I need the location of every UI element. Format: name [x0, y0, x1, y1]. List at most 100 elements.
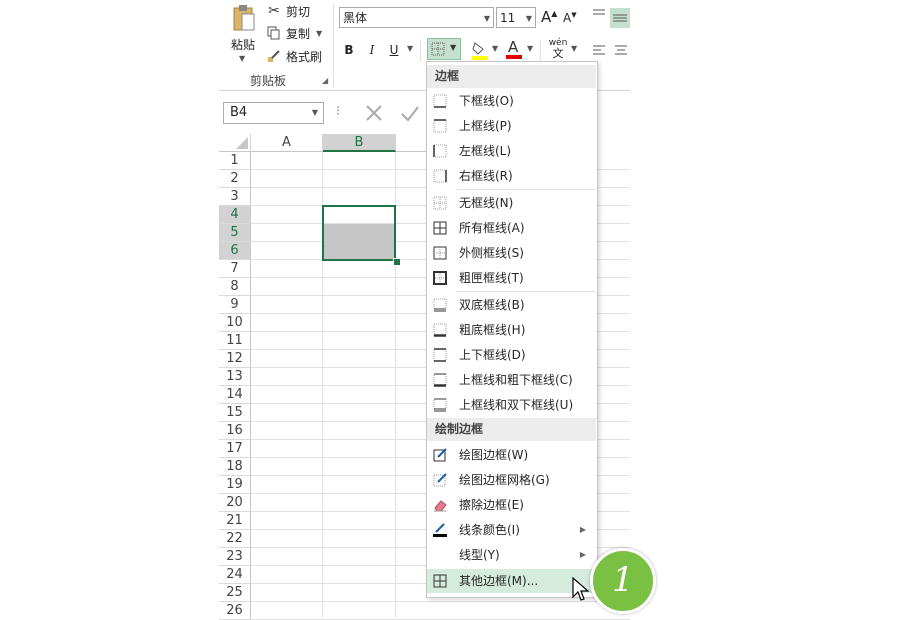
cancel-icon[interactable]: [362, 101, 386, 125]
group-divider: [333, 4, 334, 88]
menu-header-borders: 边框: [427, 65, 596, 88]
menu-item-label: 上框线(P): [459, 119, 512, 133]
chevron-down-icon[interactable]: ▼: [571, 44, 577, 53]
menu-item-all-borders[interactable]: 所有框线(A): [427, 216, 596, 240]
row-header-25[interactable]: 25: [219, 584, 251, 602]
row-header-21[interactable]: 21: [219, 512, 251, 530]
name-box[interactable]: B4 ▼: [223, 102, 324, 124]
paste-button[interactable]: 粘贴 ▼: [225, 4, 261, 64]
copy-button[interactable]: 复制 ▼: [266, 23, 322, 43]
align-center-button[interactable]: [614, 42, 628, 61]
font-name-select[interactable]: 黑体 ▼: [339, 7, 494, 28]
borders-button[interactable]: ▼: [427, 38, 461, 60]
row-header-23[interactable]: 23: [219, 548, 251, 566]
row-header-2[interactable]: 2: [219, 170, 251, 188]
chevron-down-icon[interactable]: ▼: [239, 54, 245, 63]
format-painter-button[interactable]: 格式刷: [266, 46, 322, 66]
font-size-select[interactable]: 11 ▼: [496, 7, 536, 28]
row-header-16[interactable]: 16: [219, 422, 251, 440]
row-header-8[interactable]: 8: [219, 278, 251, 296]
row-header-6[interactable]: 6: [219, 242, 251, 260]
row-header-1[interactable]: 1: [219, 152, 251, 170]
menu-item-erase-border[interactable]: 擦除边框(E): [427, 493, 596, 517]
chevron-down-icon[interactable]: ▼: [316, 29, 322, 38]
menu-item-thick-box-border[interactable]: 粗匣框线(T): [427, 266, 596, 290]
top-double-bottom-border-icon: [433, 398, 447, 412]
bold-button[interactable]: B: [343, 40, 355, 60]
row-header-18[interactable]: 18: [219, 458, 251, 476]
step-badge: 1: [590, 548, 656, 614]
row-header-19[interactable]: 19: [219, 476, 251, 494]
row-header-5[interactable]: 5: [219, 224, 251, 242]
menu-item-thick-bottom-border[interactable]: 粗底框线(H): [427, 318, 596, 342]
menu-item-label: 上框线和双下框线(U): [459, 398, 574, 412]
menu-item-outside-borders[interactable]: 外侧框线(S): [427, 241, 596, 265]
menu-item-top-border[interactable]: 上框线(P): [427, 114, 596, 138]
row-header-9[interactable]: 9: [219, 296, 251, 314]
row-header-22[interactable]: 22: [219, 530, 251, 548]
column-header-b[interactable]: B: [323, 134, 396, 152]
row-header-26[interactable]: 26: [219, 602, 251, 620]
cut-label: 剪切: [286, 4, 311, 19]
menu-item-more-borders[interactable]: 其他边框(M)...: [427, 569, 596, 593]
paintbrush-icon: [266, 48, 282, 64]
row-header-20[interactable]: 20: [219, 494, 251, 512]
menu-item-no-border[interactable]: 无框线(N): [427, 191, 596, 215]
row-header-7[interactable]: 7: [219, 260, 251, 278]
align-left-button[interactable]: [592, 42, 606, 61]
menu-item-top-thick-bottom-border[interactable]: 上框线和粗下框线(C): [427, 368, 596, 392]
italic-button[interactable]: I: [366, 40, 378, 60]
row-header-3[interactable]: 3: [219, 188, 251, 206]
align-middle-button[interactable]: [610, 8, 630, 28]
menu-item-top-bottom-border[interactable]: 上下框线(D): [427, 343, 596, 367]
chevron-down-icon[interactable]: ▼: [527, 44, 533, 53]
menu-item-bottom-border[interactable]: 下框线(O): [427, 89, 596, 113]
thick-box-border-icon: [433, 271, 447, 285]
font-color-button[interactable]: A: [506, 38, 524, 60]
menu-item-label: 粗底框线(H): [459, 323, 526, 337]
menu-item-right-border[interactable]: 右框线(R): [427, 164, 596, 188]
menu-item-left-border[interactable]: 左框线(L): [427, 139, 596, 163]
increase-font-size-button[interactable]: A▲: [541, 8, 557, 26]
menu-item-top-double-bottom-border[interactable]: 上框线和双下框线(U): [427, 393, 596, 417]
row-header-14[interactable]: 14: [219, 386, 251, 404]
align-left-icon: [593, 45, 605, 55]
align-middle-icon: [613, 14, 627, 22]
row-header-15[interactable]: 15: [219, 404, 251, 422]
cut-button[interactable]: ✂ 剪切: [266, 1, 310, 21]
more-options-icon[interactable]: ⁝: [336, 104, 340, 119]
chevron-down-icon[interactable]: ▼: [492, 44, 498, 53]
menu-item-label: 绘图边框网格(G): [459, 473, 550, 487]
row-header-17[interactable]: 17: [219, 440, 251, 458]
row-header-11[interactable]: 11: [219, 332, 251, 350]
menu-item-draw-border-grid[interactable]: 绘图边框网格(G): [427, 468, 596, 492]
menu-item-line-style[interactable]: 线型(Y) ▶: [427, 543, 596, 567]
row-header-10[interactable]: 10: [219, 314, 251, 332]
chevron-down-icon[interactable]: ▼: [407, 44, 413, 53]
underline-button[interactable]: U: [388, 40, 400, 60]
row-header-13[interactable]: 13: [219, 368, 251, 386]
menu-item-line-color[interactable]: 线条颜色(I) ▶: [427, 518, 596, 542]
menu-item-label: 绘图边框(W): [459, 448, 529, 462]
dialog-launcher-icon[interactable]: ◢: [322, 76, 328, 85]
column-header-a[interactable]: A: [251, 134, 323, 152]
chevron-down-icon: ▼: [311, 108, 318, 117]
align-top-button[interactable]: [592, 6, 606, 25]
menu-item-draw-border[interactable]: 绘图边框(W): [427, 443, 596, 467]
phonetic-guide-button[interactable]: wén 文: [547, 38, 569, 60]
row-header-12[interactable]: 12: [219, 350, 251, 368]
row-header-4[interactable]: 4: [219, 206, 251, 224]
chevron-down-icon: ▼: [483, 14, 490, 23]
fill-handle[interactable]: [393, 258, 401, 266]
fill-color-button[interactable]: [471, 40, 489, 60]
decrease-font-size-button[interactable]: A▼: [563, 11, 577, 25]
align-center-icon: [615, 45, 627, 55]
copy-icon: [266, 25, 282, 41]
right-border-icon: [433, 169, 447, 183]
enter-icon[interactable]: [398, 101, 422, 125]
font-name-value: 黑体: [343, 11, 368, 25]
menu-item-double-bottom-border[interactable]: 双底框线(B): [427, 293, 596, 317]
select-all-corner[interactable]: [219, 134, 251, 152]
row-header-24[interactable]: 24: [219, 566, 251, 584]
column-header-c[interactable]: [396, 134, 426, 152]
